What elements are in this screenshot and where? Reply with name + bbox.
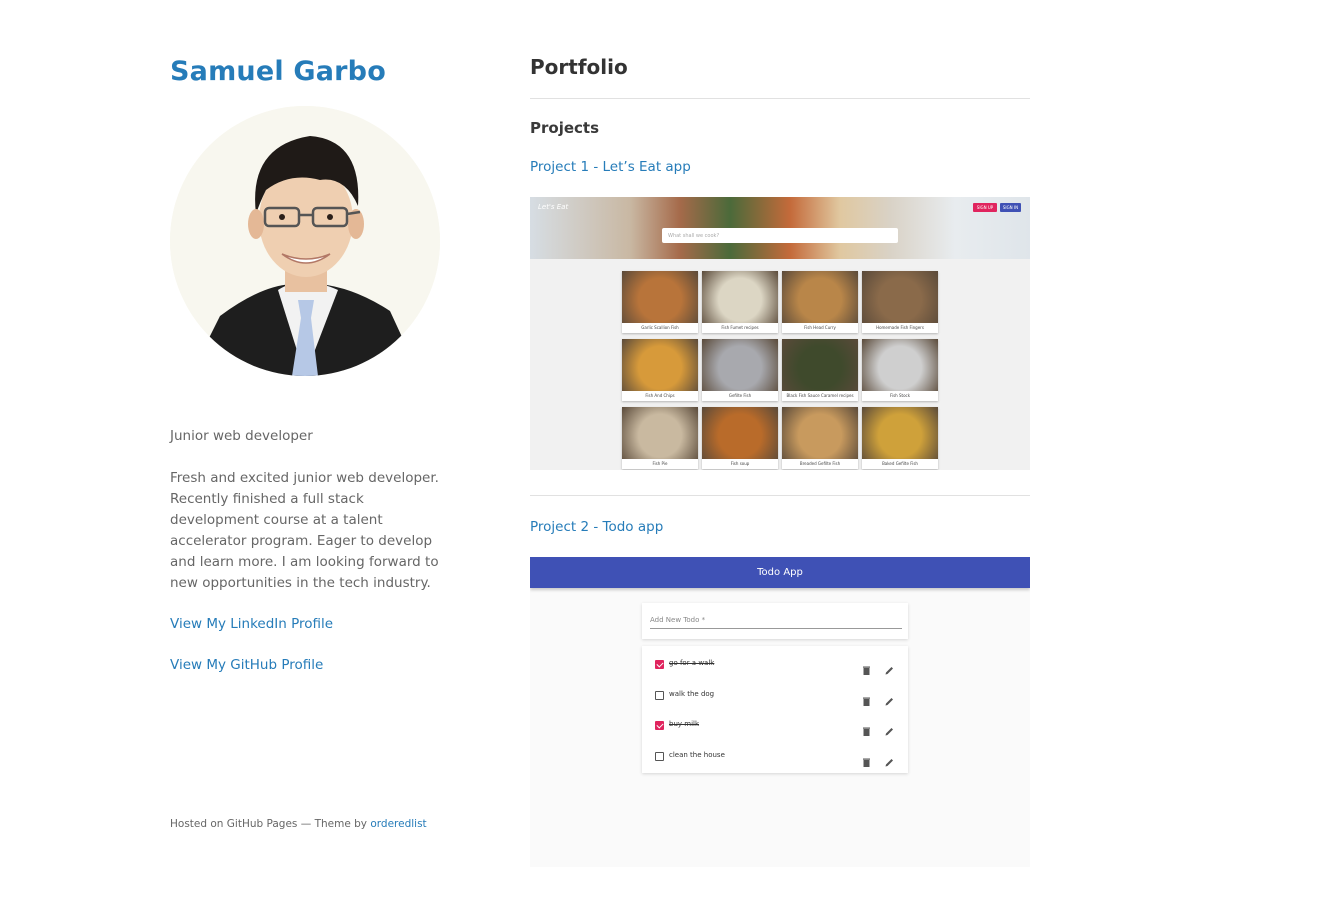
- recipe-caption: Garlic Scallion Fish: [641, 325, 679, 330]
- recipe-caption: Homemade Fish Fingers: [876, 325, 924, 330]
- edit-icon: [885, 691, 894, 705]
- recipe-caption: Fish soup: [730, 461, 750, 466]
- recipe-caption: Fish Pie: [652, 461, 668, 466]
- recipe-image: [702, 407, 778, 459]
- recipe-image: [782, 339, 858, 391]
- project-1-link[interactable]: Project 1 - Let’s Eat app: [530, 157, 1030, 177]
- todo-list: go for a walk walk the dog buy milk clean t…: [642, 646, 908, 773]
- hero-banner: Let's Eat What shall we cook? SIGN UP SI…: [530, 197, 1030, 259]
- add-todo-input: Add New Todo *: [650, 616, 902, 629]
- recipe-image: [622, 271, 698, 323]
- recipe-image: [622, 407, 698, 459]
- sign-up-button: SIGN UP: [973, 203, 997, 212]
- project-2-screenshot: Todo App Add New Todo * go for a walk wal…: [530, 557, 1030, 867]
- footer-text: Hosted on GitHub Pages — Theme by: [170, 818, 368, 830]
- todo-text: go for a walk: [669, 659, 715, 667]
- recipe-caption: Fish Stock: [889, 393, 911, 398]
- recipe-card: Fish Fumet recipes: [702, 271, 778, 333]
- recipe-card: Fish Stock: [862, 339, 938, 401]
- tagline: Junior web developer: [170, 428, 313, 444]
- todo-checkbox: [655, 660, 664, 669]
- main-content: Portfolio Projects Project 1 - Let’s Eat…: [530, 52, 1030, 867]
- edit-icon: [885, 660, 894, 675]
- avatar: [170, 106, 440, 376]
- delete-icon: [863, 721, 870, 736]
- sidebar: Samuel Garbo Junior web developer Fresh …: [170, 52, 440, 676]
- recipe-card: Fish And Chips: [622, 339, 698, 401]
- recipe-card: Fish soup: [702, 407, 778, 469]
- divider: [530, 495, 1030, 496]
- todo-text: walk the dog: [669, 689, 715, 698]
- todo-item: walk the dog: [642, 681, 908, 711]
- bio-text: Fresh and excited junior web developer. …: [170, 470, 439, 591]
- recipe-caption: Black Fish Sauce Caramel recipes: [786, 393, 854, 398]
- recipe-card: Baked Gefilte Fish: [862, 407, 938, 469]
- project-1-screenshot: Let's Eat What shall we cook? SIGN UP SI…: [530, 197, 1030, 470]
- footer: Hosted on GitHub Pages — Theme by ordere…: [170, 818, 427, 830]
- todo-checkbox: [655, 690, 664, 700]
- delete-icon: [863, 691, 870, 706]
- recipe-card: Gefilte Fish: [702, 339, 778, 401]
- page-title: Portfolio: [530, 55, 628, 79]
- recipe-image: [702, 339, 778, 391]
- recipe-caption: Fish And Chips: [645, 393, 675, 398]
- recipe-grid: Garlic Scallion Fish Fish Fumet recipes Fi…: [622, 271, 938, 469]
- divider: [530, 98, 1030, 99]
- recipe-image: [622, 339, 698, 391]
- todo-checkbox: [655, 751, 664, 761]
- edit-icon: [885, 721, 894, 736]
- theme-link[interactable]: orderedlist: [370, 818, 426, 830]
- project-2-link[interactable]: Project 2 - Todo app: [530, 517, 1030, 537]
- recipe-card: Garlic Scallion Fish: [622, 271, 698, 333]
- linkedin-link[interactable]: View My LinkedIn Profile: [170, 614, 440, 635]
- recipe-image: [782, 407, 858, 459]
- todo-text: buy milk: [669, 720, 700, 728]
- recipe-caption: Baked Gefilte Fish: [882, 461, 918, 466]
- add-todo-card: Add New Todo *: [642, 603, 908, 639]
- recipe-caption: Fish Fumet recipes: [721, 325, 759, 330]
- recipe-image: [782, 271, 858, 323]
- app-logo: Let's Eat: [538, 203, 569, 211]
- section-title: Projects: [530, 119, 600, 137]
- recipe-caption: Gefilte Fish: [728, 393, 752, 398]
- todo-text: clean the house: [669, 750, 725, 759]
- recipe-caption: Fish Head Curry: [804, 325, 836, 330]
- recipe-image: [862, 407, 938, 459]
- recipe-card: Fish Pie: [622, 407, 698, 469]
- edit-icon: [885, 752, 894, 766]
- todo-app-bar: Todo App: [530, 557, 1030, 588]
- todo-item: buy milk: [642, 711, 908, 741]
- recipe-image: [862, 271, 938, 323]
- site-title[interactable]: Samuel Garbo: [170, 56, 386, 87]
- delete-icon: [863, 660, 870, 675]
- recipe-caption: Breaded Gefilte Fish: [799, 461, 841, 466]
- todo-item: clean the house: [642, 742, 908, 772]
- recipe-search-input: What shall we cook?: [662, 228, 898, 243]
- delete-icon: [863, 752, 870, 767]
- recipe-image: [862, 339, 938, 391]
- recipe-card: Breaded Gefilte Fish: [782, 407, 858, 469]
- sign-in-button: SIGN IN: [1000, 203, 1021, 212]
- recipe-card: Homemade Fish Fingers: [862, 271, 938, 333]
- recipe-card: Fish Head Curry: [782, 271, 858, 333]
- profile-photo: [170, 106, 440, 376]
- github-link[interactable]: View My GitHub Profile: [170, 655, 440, 676]
- todo-checkbox: [655, 721, 664, 730]
- todo-item: go for a walk: [642, 650, 908, 680]
- recipe-card: Black Fish Sauce Caramel recipes: [782, 339, 858, 401]
- recipe-image: [702, 271, 778, 323]
